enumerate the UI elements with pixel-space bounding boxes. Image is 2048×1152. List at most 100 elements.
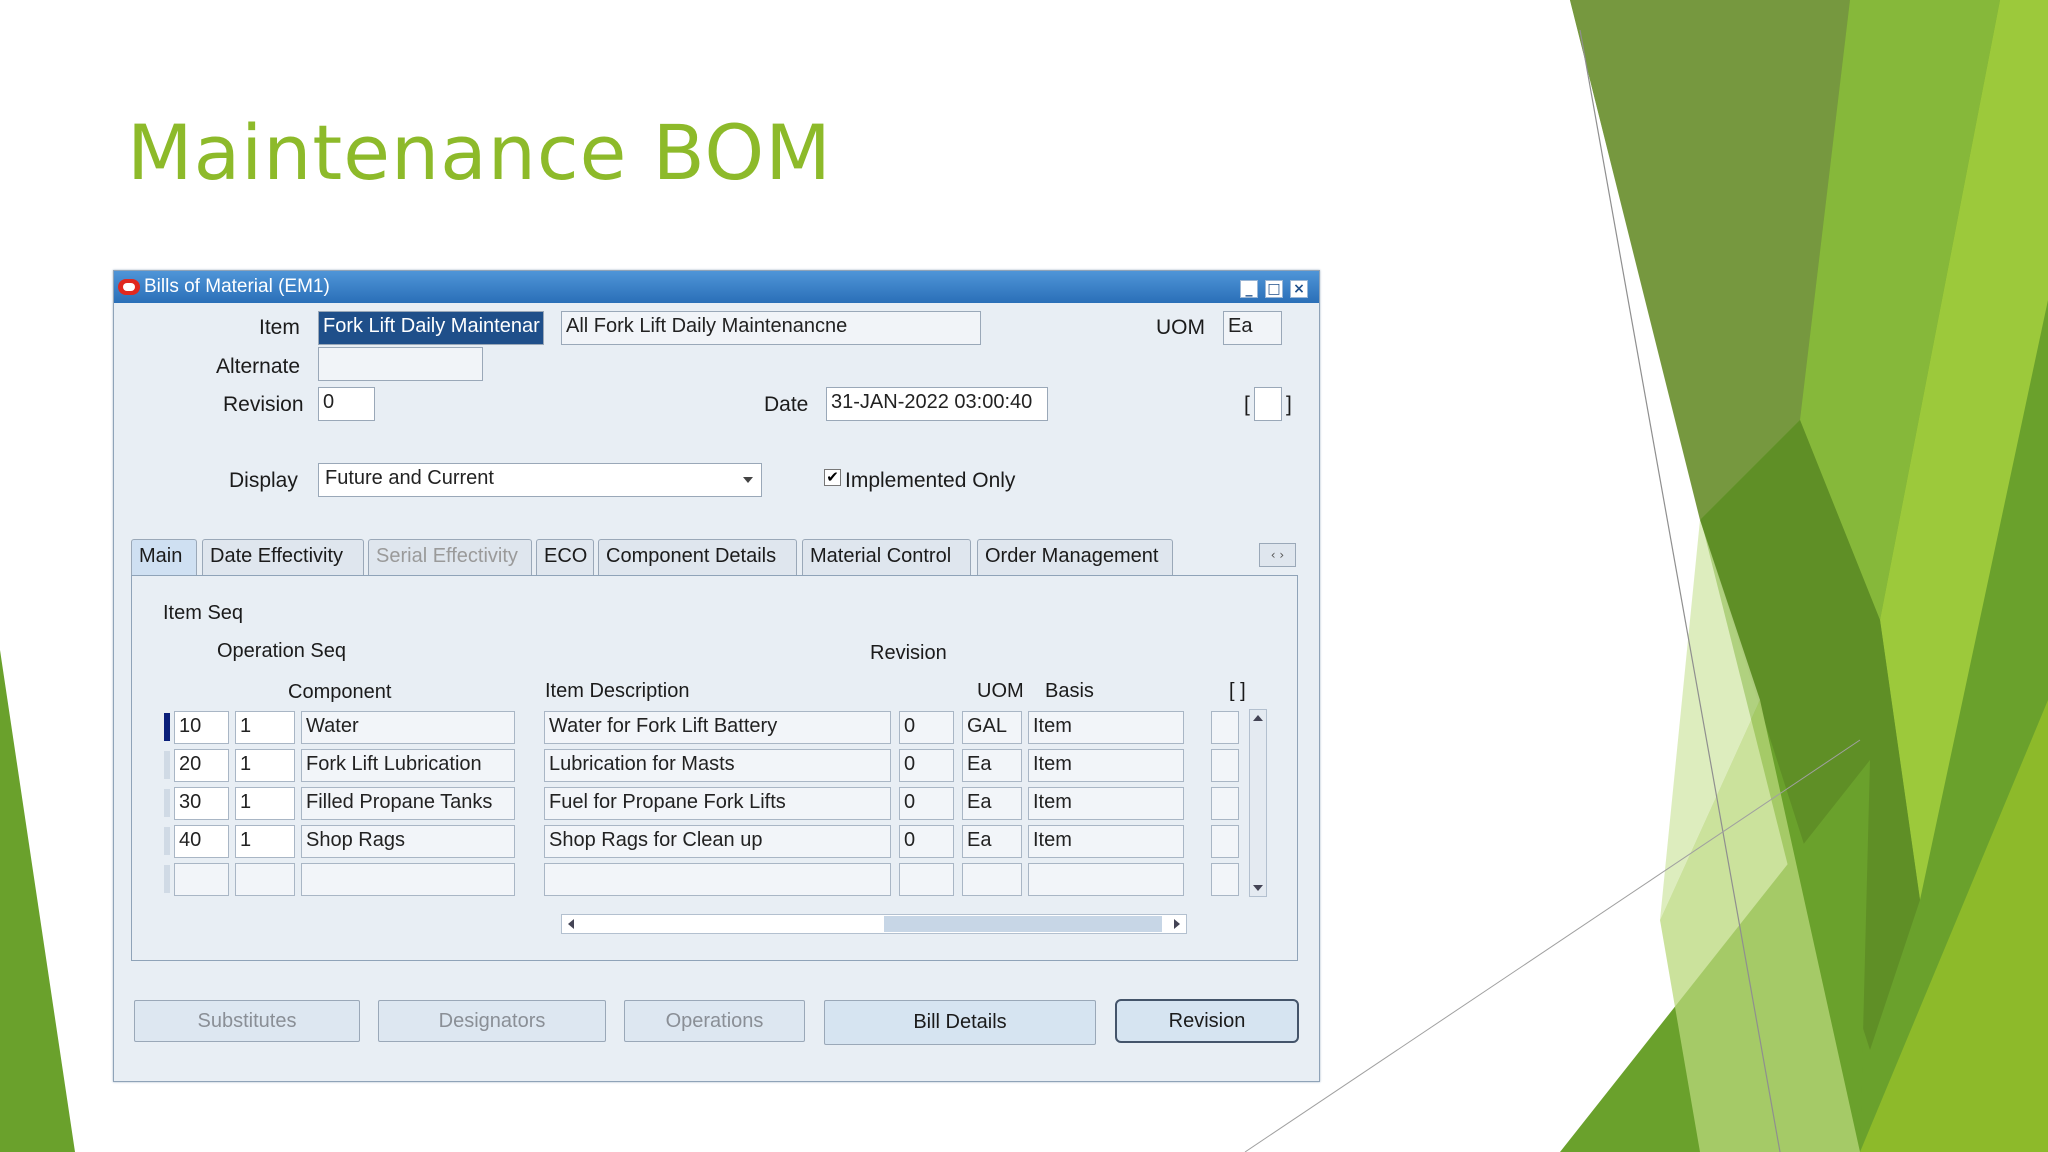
table-cell-revision[interactable]: 0: [899, 749, 954, 782]
table-cell-description[interactable]: Lubrication for Masts: [544, 749, 891, 782]
record-indicator[interactable]: [164, 827, 170, 855]
minimize-icon[interactable]: _: [1240, 280, 1258, 298]
item-field[interactable]: Fork Lift Daily Maintenar: [318, 311, 544, 345]
table-cell-revision[interactable]: 0: [899, 787, 954, 820]
table-cell-flexfield[interactable]: [1211, 825, 1239, 858]
designators-button[interactable]: Designators: [378, 1000, 606, 1042]
scroll-down-icon[interactable]: [1253, 885, 1263, 891]
operations-button[interactable]: Operations: [624, 1000, 805, 1042]
table-cell-operation-seq[interactable]: 1: [235, 825, 295, 858]
table-cell-basis[interactable]: Item: [1028, 711, 1184, 744]
current-record-indicator[interactable]: [164, 713, 170, 741]
revision-button[interactable]: Revision: [1115, 999, 1299, 1043]
header-revision: Revision: [870, 642, 947, 664]
descriptive-flexfield[interactable]: [1254, 387, 1282, 421]
table-cell-basis[interactable]: [1028, 863, 1184, 896]
scroll-left-icon[interactable]: [568, 919, 574, 929]
tab-serial-effectivity[interactable]: Serial Effectivity: [368, 539, 532, 575]
header-item-seq: Item Seq: [163, 602, 244, 624]
scroll-right-icon[interactable]: [1174, 919, 1180, 929]
table-cell-flexfield[interactable]: [1211, 787, 1239, 820]
record-indicator[interactable]: [164, 789, 170, 817]
table-cell-revision[interactable]: 0: [899, 825, 954, 858]
table-cell-flexfield[interactable]: [1211, 863, 1239, 896]
descriptive-flexfield-bracket-close: ]: [1286, 393, 1292, 416]
tab-eco[interactable]: ECO: [536, 539, 594, 575]
table-cell-uom[interactable]: GAL: [962, 711, 1022, 744]
alternate-field[interactable]: [318, 347, 483, 381]
oracle-logo-icon: [118, 279, 140, 295]
descriptive-flexfield-bracket-open: [: [1244, 393, 1250, 416]
tab-main[interactable]: Main: [131, 539, 197, 575]
table-cell-component[interactable]: Shop Rags: [301, 825, 515, 858]
table-cell-operation-seq[interactable]: 1: [235, 787, 295, 820]
display-select-value: Future and Current: [325, 467, 494, 489]
table-cell-item-seq[interactable]: 30: [174, 787, 229, 820]
substitutes-button[interactable]: Substitutes: [134, 1000, 360, 1042]
implemented-only-checkbox[interactable]: ✔: [824, 469, 841, 486]
bills-of-material-window: Bills of Material (EM1) _ □ × Item Fork …: [113, 270, 1320, 1082]
slide-title: Maintenance BOM: [127, 108, 832, 197]
table-cell-basis[interactable]: Item: [1028, 825, 1184, 858]
table-cell-uom[interactable]: Ea: [962, 787, 1022, 820]
record-indicator[interactable]: [164, 751, 170, 779]
table-cell-description[interactable]: Water for Fork Lift Battery: [544, 711, 891, 744]
revision-field[interactable]: 0: [318, 387, 375, 421]
record-indicator[interactable]: [164, 865, 170, 893]
table-cell-operation-seq[interactable]: 1: [235, 749, 295, 782]
table-cell-description[interactable]: Fuel for Propane Fork Lifts: [544, 787, 891, 820]
date-field[interactable]: 31-JAN-2022 03:00:40: [826, 387, 1048, 421]
header-basis: Basis: [1045, 680, 1094, 702]
vertical-scrollbar[interactable]: [1249, 709, 1267, 897]
item-description-field[interactable]: All Fork Lift Daily Maintenancne: [561, 311, 981, 345]
table-cell-flexfield[interactable]: [1211, 749, 1239, 782]
table-cell-revision[interactable]: 0: [899, 711, 954, 744]
table-cell-item-seq[interactable]: 10: [174, 711, 229, 744]
scroll-up-icon[interactable]: [1253, 715, 1263, 721]
table-cell-revision[interactable]: [899, 863, 954, 896]
table-cell-component[interactable]: Filled Propane Tanks: [301, 787, 515, 820]
header-item-description: Item Description: [545, 680, 690, 702]
tab-order-management[interactable]: Order Management: [977, 539, 1173, 575]
table-cell-uom[interactable]: Ea: [962, 749, 1022, 782]
item-label: Item: [259, 316, 300, 339]
header-uom: UOM: [977, 680, 1024, 702]
tab-material-control[interactable]: Material Control: [802, 539, 971, 575]
maximize-icon[interactable]: □: [1265, 280, 1283, 298]
table-cell-item-seq[interactable]: [174, 863, 229, 896]
table-cell-uom[interactable]: Ea: [962, 825, 1022, 858]
table-cell-operation-seq[interactable]: [235, 863, 295, 896]
table-cell-description[interactable]: [544, 863, 891, 896]
table-cell-item-seq[interactable]: 40: [174, 825, 229, 858]
table-cell-item-seq[interactable]: 20: [174, 749, 229, 782]
table-cell-operation-seq[interactable]: 1: [235, 711, 295, 744]
table-cell-description[interactable]: Shop Rags for Clean up: [544, 825, 891, 858]
table-cell-component[interactable]: Fork Lift Lubrication: [301, 749, 515, 782]
table-cell-basis[interactable]: Item: [1028, 749, 1184, 782]
uom-label: UOM: [1156, 316, 1205, 339]
table-cell-component[interactable]: Water: [301, 711, 515, 744]
table-cell-flexfield[interactable]: [1211, 711, 1239, 744]
header-component: Component: [288, 681, 392, 703]
uom-field[interactable]: Ea: [1223, 311, 1282, 345]
tab-component-details[interactable]: Component Details: [598, 539, 797, 575]
implemented-only-label: Implemented Only: [845, 469, 1016, 492]
header-operation-seq: Operation Seq: [217, 640, 346, 662]
bill-details-button[interactable]: Bill Details: [824, 1000, 1096, 1045]
display-select[interactable]: Future and Current: [318, 463, 762, 497]
header-flexfield: [ ]: [1229, 680, 1246, 702]
table-cell-uom[interactable]: [962, 863, 1022, 896]
window-titlebar[interactable]: Bills of Material (EM1) _ □ ×: [114, 271, 1319, 303]
tab-date-effectivity[interactable]: Date Effectivity: [202, 539, 364, 575]
tab-scroll-arrows-icon[interactable]: ‹ ›: [1259, 543, 1296, 567]
table-cell-basis[interactable]: Item: [1028, 787, 1184, 820]
revision-label: Revision: [223, 393, 304, 416]
window-title: Bills of Material (EM1): [144, 276, 330, 297]
horizontal-scrollbar[interactable]: [561, 914, 1187, 934]
table-cell-component[interactable]: [301, 863, 515, 896]
date-label: Date: [764, 393, 809, 416]
horizontal-scroll-thumb[interactable]: [884, 916, 1162, 932]
chevron-down-icon: [743, 477, 753, 483]
display-label: Display: [229, 469, 298, 492]
close-icon[interactable]: ×: [1290, 280, 1308, 298]
